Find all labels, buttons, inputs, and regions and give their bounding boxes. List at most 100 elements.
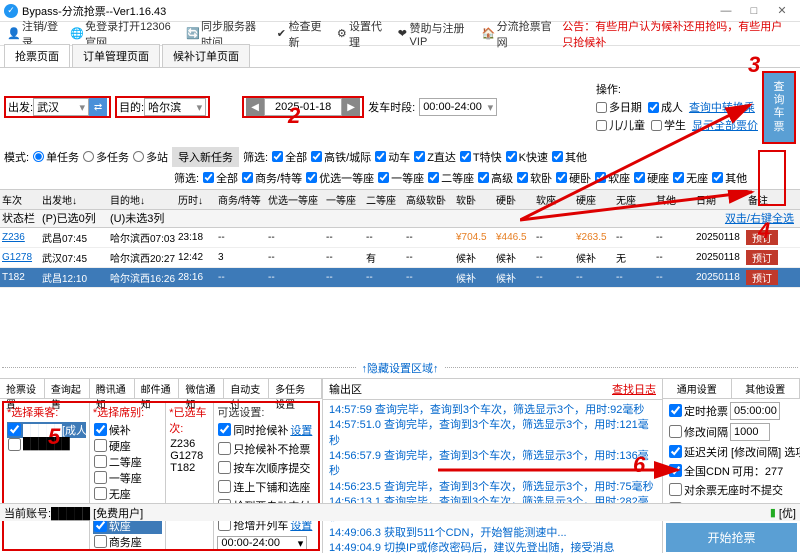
s-rz[interactable]: 软座 <box>595 170 630 186</box>
home-icon: 🏠 <box>483 28 495 40</box>
subtab-qq[interactable]: 腾讯通知 <box>90 379 135 398</box>
dropdown-icon: ▾ <box>197 101 203 114</box>
f-d[interactable]: 动车 <box>375 149 410 165</box>
s-qt[interactable]: 其他 <box>712 170 747 186</box>
user-icon: 👤 <box>8 28 20 40</box>
f-t[interactable]: T特快 <box>460 149 502 165</box>
find-log-link[interactable]: 查找日志 <box>612 381 656 397</box>
s-sw[interactable]: 商务/特等 <box>242 170 302 186</box>
from-input[interactable]: 武汉▾ <box>33 98 89 116</box>
tab-grab[interactable]: 抢票页面 <box>4 44 70 67</box>
s-all[interactable]: 全部 <box>203 170 238 186</box>
ropt-timed[interactable]: 定时抢票 05:00:00 <box>668 402 795 420</box>
seat-item[interactable]: 候补 <box>93 422 162 438</box>
seat-item[interactable]: 无座 <box>93 486 162 502</box>
menu-update[interactable]: ✔检查更新 <box>272 17 330 51</box>
opt-onlywait[interactable]: 只抢候补不抢票 <box>217 441 315 457</box>
book-button[interactable]: 预订 <box>746 250 778 265</box>
link-transfer[interactable]: 查询中转换乘 <box>689 99 755 115</box>
tab-orders[interactable]: 订单管理页面 <box>72 44 160 67</box>
link-showall[interactable]: 显示全部票价 <box>692 117 758 133</box>
filter-label: 筛选: <box>243 149 268 165</box>
f-k[interactable]: K快速 <box>506 149 548 165</box>
s-yd[interactable]: 一等座 <box>378 170 424 186</box>
tab-waitlist[interactable]: 候补订单页面 <box>162 44 250 67</box>
seat-item[interactable]: 二等座 <box>93 454 162 470</box>
menu-donate[interactable]: ❤赞助与注册VIP <box>393 19 476 49</box>
f-all[interactable]: 全部 <box>272 149 307 165</box>
ropt-nostand[interactable]: 对余票无座时不提交 <box>668 482 795 498</box>
s-yw[interactable]: 硬卧 <box>556 170 591 186</box>
rtab-general[interactable]: 通用设置 <box>663 379 732 398</box>
time-select[interactable]: 00:00-24:00▾ <box>419 98 497 116</box>
date-next-button[interactable]: ▶ <box>342 98 360 116</box>
mode-label: 模式: <box>4 149 29 165</box>
chk-student[interactable]: 学生 <box>651 117 686 133</box>
s-wz[interactable]: 无座 <box>673 170 708 186</box>
subtab-presale[interactable]: 查询起售 <box>45 379 90 398</box>
menu-proxy[interactable]: ⚙设置代理 <box>333 17 391 51</box>
swap-button[interactable]: ⇄ <box>89 98 107 116</box>
badge-5: 5 <box>48 424 60 450</box>
chk-multiday[interactable]: 多日期 <box>596 99 642 115</box>
mode-single[interactable]: 单任务 <box>33 149 79 165</box>
s-ed[interactable]: 二等座 <box>428 170 474 186</box>
badge-6: 6 <box>633 452 645 478</box>
subtab-multitask[interactable]: 多任务设置 <box>269 379 322 398</box>
status-account: 当前账号:█████ [免费用户] <box>4 505 143 521</box>
subtab-wechat[interactable]: 微信通知 <box>179 379 224 398</box>
book-button[interactable]: 预订 <box>746 270 778 285</box>
opt-time-select[interactable]: 00:00-24:00▾ <box>217 536 307 549</box>
s-rw[interactable]: 软卧 <box>517 170 552 186</box>
subtab-grab[interactable]: 抢票设置 <box>0 379 45 398</box>
f-other[interactable]: 其他 <box>552 149 587 165</box>
ropt-delay[interactable]: 延迟关闭 [修改间隔] 选项 <box>668 444 795 460</box>
subtab-autopay[interactable]: 自动支付 <box>224 379 269 398</box>
to-label: 目的: <box>119 99 144 115</box>
f-z[interactable]: Z直达 <box>414 149 456 165</box>
mode-station[interactable]: 多站 <box>133 149 168 165</box>
query-button[interactable]: 查询 车票 <box>762 71 796 144</box>
hide-area-toggle[interactable]: ↑隐藏设置区域↑ <box>0 358 800 378</box>
rtab-other[interactable]: 其他设置 <box>732 379 800 398</box>
seat-label: 筛选: <box>174 170 199 186</box>
badge-3: 3 <box>748 52 760 78</box>
chk-adult[interactable]: 成人 <box>648 99 683 115</box>
passenger-item[interactable]: █████[成人] <box>7 422 86 438</box>
menu-official[interactable]: 🏠分流抢票官网 <box>479 17 557 51</box>
subtab-mail[interactable]: 邮件通知 <box>135 379 180 398</box>
passenger-item[interactable]: ██████ <box>7 438 86 451</box>
from-label: 出发: <box>8 99 33 115</box>
chk-child[interactable]: 儿/儿童 <box>596 117 645 133</box>
table-row[interactable]: T182武昌12:10哈尔滨西16:2628:16----------候补候补-… <box>0 268 800 288</box>
ropt-interval[interactable]: 修改间隔 1000 <box>668 423 795 441</box>
badge-4: 4 <box>758 218 770 244</box>
import-button[interactable]: 导入新任务 <box>172 147 239 167</box>
s-gr[interactable]: 高级 <box>478 170 513 186</box>
s-yz[interactable]: 硬座 <box>634 170 669 186</box>
s-yx[interactable]: 优选一等座 <box>306 170 374 186</box>
opt-order[interactable]: 按车次顺序提交 <box>217 460 315 476</box>
start-button[interactable]: 开始抢票 <box>666 523 797 552</box>
date-input[interactable]: 2025-01-18 <box>264 98 342 116</box>
seat-item[interactable]: 硬座 <box>93 438 162 454</box>
train-item[interactable]: G1278 <box>169 450 210 462</box>
opt-waitlist[interactable]: 同时抢候补 设置 <box>217 422 315 438</box>
f-gd[interactable]: 高铁/城际 <box>311 149 371 165</box>
app-logo: ✓ <box>4 4 18 18</box>
train-item[interactable]: Z236 <box>169 438 210 450</box>
table-row[interactable]: Z236武昌07:45哈尔滨西07:0323:18----------¥704.… <box>0 228 800 248</box>
check-icon: ✔ <box>276 28 286 40</box>
announcement: 公告：有些用户认为候补还用抢吗，有些用户只抢候补 <box>558 17 796 51</box>
ropt-cdn[interactable]: 全国CDN 可用：277 <box>668 463 795 479</box>
seat-item[interactable]: 一等座 <box>93 470 162 486</box>
status-row: 状态栏(P)已选0列(U)未选3列双击/右键全选 <box>0 210 800 228</box>
mode-multi[interactable]: 多任务 <box>83 149 129 165</box>
opt-bunk[interactable]: 连上下铺和选座 <box>217 479 315 495</box>
to-input[interactable]: 哈尔滨▾ <box>144 98 206 116</box>
seat-item[interactable]: 商务座 <box>93 534 162 549</box>
train-item[interactable]: T182 <box>169 462 210 474</box>
table-row[interactable]: G1278武汉07:45哈尔滨西20:2712:423----有--候补候补--… <box>0 248 800 268</box>
date-prev-button[interactable]: ◀ <box>246 98 264 116</box>
output-header: 输出区 <box>329 381 362 397</box>
